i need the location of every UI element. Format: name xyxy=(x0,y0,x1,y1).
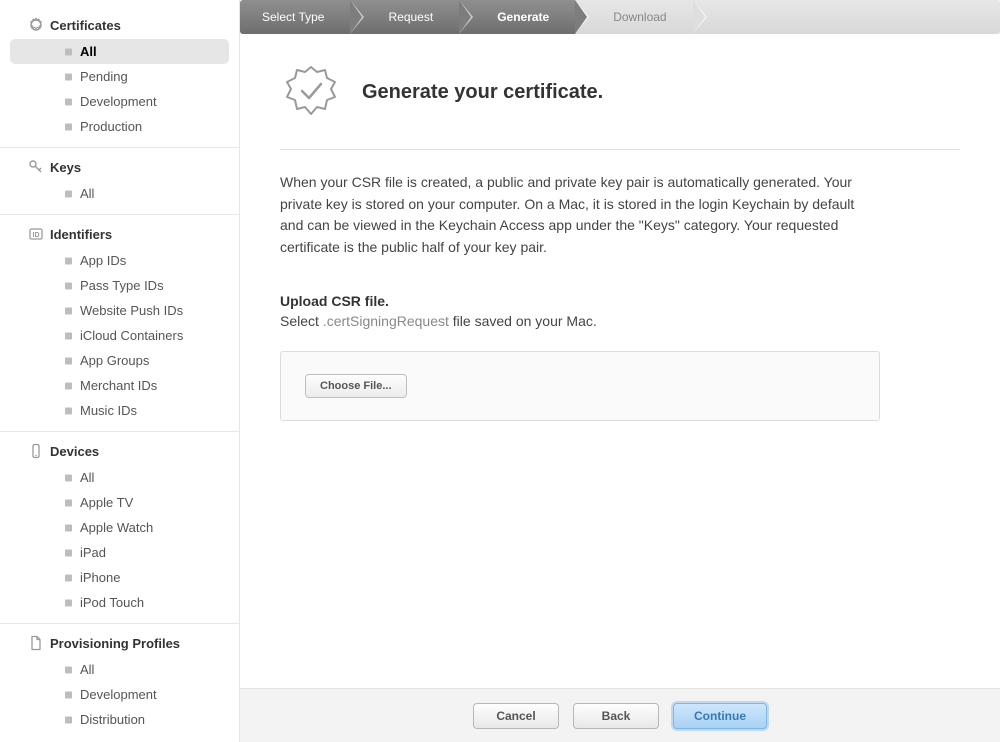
sidebar-section-devices: Devices All Apple TV Apple Watch iPad iPhone i… xyxy=(0,431,239,615)
back-button[interactable]: Back xyxy=(573,703,659,729)
sidebar-item-label: Development xyxy=(80,94,157,109)
sidebar-item-app-ids[interactable]: App IDs xyxy=(10,248,229,273)
wizard-step-label: Generate xyxy=(497,10,549,24)
sidebar-item-label: Development xyxy=(80,687,157,702)
sidebar-section-certificates: Certificates All Pending Development Product… xyxy=(0,10,239,139)
sidebar-item-label: Pending xyxy=(80,69,128,84)
sidebar: Certificates All Pending Development Product… xyxy=(0,0,240,742)
wizard-step-request[interactable]: Request xyxy=(350,0,459,34)
sidebar-item-label: Merchant IDs xyxy=(80,378,157,393)
sidebar-item-label: App Groups xyxy=(80,353,149,368)
sidebar-header-label: Keys xyxy=(50,160,81,175)
sidebar-item-all[interactable]: All xyxy=(10,39,229,64)
upload-sub-prefix: Select xyxy=(280,313,323,329)
upload-box: Choose File... xyxy=(280,351,880,421)
wizard-steps: Select Type Request Generate Download xyxy=(240,0,1000,34)
sidebar-header-provisioning-profiles[interactable]: Provisioning Profiles xyxy=(0,628,239,657)
sidebar-header-keys[interactable]: Keys xyxy=(0,152,239,181)
sidebar-item-label: iPod Touch xyxy=(80,595,144,610)
sidebar-item-label: Pass Type IDs xyxy=(80,278,164,293)
sidebar-item-merchant-ids[interactable]: Merchant IDs xyxy=(10,373,229,398)
wizard-step-label: Select Type xyxy=(262,10,324,24)
device-icon xyxy=(28,443,44,459)
wizard-step-label: Download xyxy=(613,10,666,24)
badge-icon xyxy=(28,17,44,33)
sidebar-item-development[interactable]: Development xyxy=(10,682,229,707)
sidebar-item-apple-watch[interactable]: Apple Watch xyxy=(10,515,229,540)
sidebar-item-app-groups[interactable]: App Groups xyxy=(10,348,229,373)
upload-sub-ext: .certSigningRequest xyxy=(323,313,449,329)
sidebar-item-label: All xyxy=(80,470,94,485)
info-paragraph: When your CSR file is created, a public … xyxy=(280,172,880,259)
divider xyxy=(280,149,960,150)
id-icon: ID xyxy=(28,226,44,242)
sidebar-header-label: Devices xyxy=(50,444,99,459)
sidebar-header-label: Certificates xyxy=(50,18,121,33)
sidebar-item-distribution[interactable]: Distribution xyxy=(10,707,229,732)
sidebar-item-label: Production xyxy=(80,119,142,134)
certificate-seal-icon xyxy=(284,64,338,121)
main-panel: Select Type Request Generate Download Gener… xyxy=(240,0,1000,742)
sidebar-header-identifiers[interactable]: ID Identifiers xyxy=(0,219,239,248)
sidebar-item-label: Website Push IDs xyxy=(80,303,183,318)
wizard-step-download: Download xyxy=(575,0,692,34)
sidebar-header-label: Provisioning Profiles xyxy=(50,636,180,651)
sidebar-item-apple-tv[interactable]: Apple TV xyxy=(10,490,229,515)
sidebar-item-label: iPad xyxy=(80,545,106,560)
sidebar-item-label: App IDs xyxy=(80,253,126,268)
footer-bar: Cancel Back Continue xyxy=(240,688,1000,742)
sidebar-item-label: All xyxy=(80,186,94,201)
sidebar-item-website-push-ids[interactable]: Website Push IDs xyxy=(10,298,229,323)
upload-subtext: Select .certSigningRequest file saved on… xyxy=(280,313,960,329)
sidebar-section-provisioning-profiles: Provisioning Profiles All Development Distr… xyxy=(0,623,239,732)
sidebar-item-development[interactable]: Development xyxy=(10,89,229,114)
sidebar-item-label: Apple TV xyxy=(80,495,133,510)
doc-icon xyxy=(28,635,44,651)
page-title: Generate your certificate. xyxy=(362,81,603,104)
upload-sub-suffix: file saved on your Mac. xyxy=(449,313,597,329)
wizard-step-select-type[interactable]: Select Type xyxy=(240,0,350,34)
cancel-button[interactable]: Cancel xyxy=(473,703,559,729)
sidebar-item-production[interactable]: Production xyxy=(10,114,229,139)
wizard-step-spacer xyxy=(693,0,1000,34)
sidebar-item-ipad[interactable]: iPad xyxy=(10,540,229,565)
upload-heading: Upload CSR file. xyxy=(280,293,960,309)
wizard-step-generate[interactable]: Generate xyxy=(459,0,575,34)
svg-text:ID: ID xyxy=(33,232,40,239)
sidebar-section-keys: Keys All xyxy=(0,147,239,206)
sidebar-item-label: All xyxy=(80,44,97,59)
wizard-step-label: Request xyxy=(388,10,433,24)
sidebar-header-devices[interactable]: Devices xyxy=(0,436,239,465)
title-row: Generate your certificate. xyxy=(280,64,960,121)
sidebar-header-certificates[interactable]: Certificates xyxy=(0,10,239,39)
sidebar-item-label: All xyxy=(80,662,94,677)
sidebar-item-label: iPhone xyxy=(80,570,120,585)
sidebar-item-label: iCloud Containers xyxy=(80,328,183,343)
sidebar-item-pass-type-ids[interactable]: Pass Type IDs xyxy=(10,273,229,298)
sidebar-item-label: Distribution xyxy=(80,712,145,727)
continue-button[interactable]: Continue xyxy=(673,703,767,729)
sidebar-item-all[interactable]: All xyxy=(10,657,229,682)
key-icon xyxy=(28,159,44,175)
sidebar-section-identifiers: ID Identifiers App IDs Pass Type IDs Website… xyxy=(0,214,239,423)
sidebar-item-iphone[interactable]: iPhone xyxy=(10,565,229,590)
choose-file-button[interactable]: Choose File... xyxy=(305,374,407,398)
content-area: Generate your certificate. When your CSR… xyxy=(240,34,1000,688)
sidebar-item-icloud-containers[interactable]: iCloud Containers xyxy=(10,323,229,348)
sidebar-item-music-ids[interactable]: Music IDs xyxy=(10,398,229,423)
sidebar-item-all[interactable]: All xyxy=(10,181,229,206)
sidebar-header-label: Identifiers xyxy=(50,227,112,242)
sidebar-item-pending[interactable]: Pending xyxy=(10,64,229,89)
sidebar-item-label: Apple Watch xyxy=(80,520,153,535)
sidebar-item-ipod-touch[interactable]: iPod Touch xyxy=(10,590,229,615)
app-window: Certificates All Pending Development Product… xyxy=(0,0,1000,742)
sidebar-item-label: Music IDs xyxy=(80,403,137,418)
sidebar-item-all[interactable]: All xyxy=(10,465,229,490)
